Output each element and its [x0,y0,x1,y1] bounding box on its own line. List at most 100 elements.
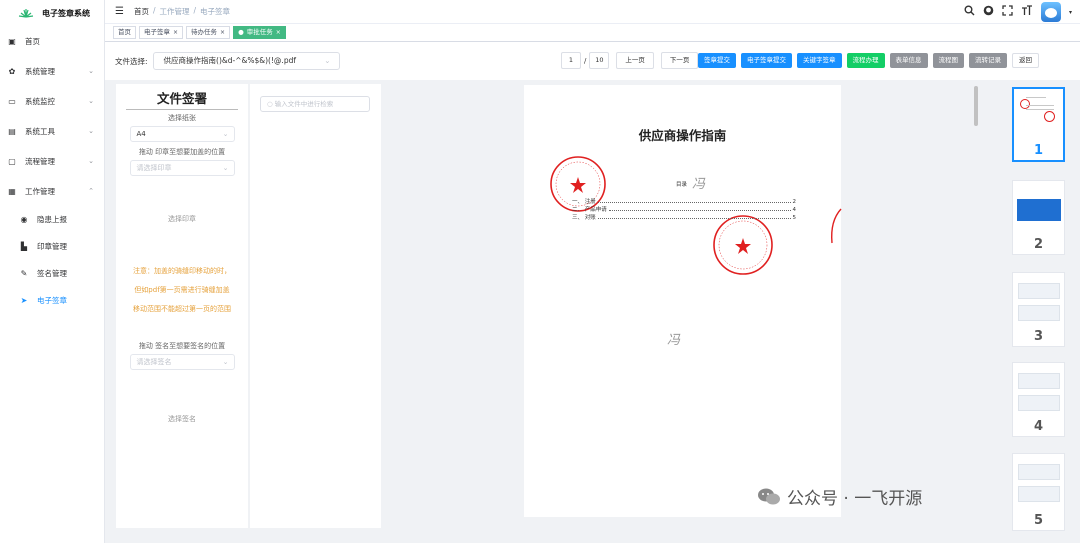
toc-page: 2 [792,199,797,205]
search-panel: ○ 输入文件中进行检索 [250,84,381,528]
sidebar-subitem-label: 电子签章 [37,296,67,305]
page-thumbnail[interactable]: 5 [1012,453,1065,531]
page-number: 5 [1033,513,1044,528]
chevron-icon: ⌄ [88,157,94,165]
toc-label: 二、 产品申请 [572,207,607,213]
action-button[interactable]: 流程图 [932,53,964,68]
toc-page: 5 [792,215,797,221]
report-icon: ◉ [20,215,28,224]
page-thumbnail[interactable]: 4 [1012,362,1065,437]
signature-mark[interactable]: 冯 [692,173,705,192]
mini-figure [1018,486,1060,502]
mini-figure [1018,464,1060,480]
sidebar: 电子签章系统 ▣ 首页 ✿ 系统管理 ⌄ ▭ 系统监控 ⌄ ▤ 系统工具 ⌄ ▢ 流程管理 ⌄ ▦ 工作管理 ⌃… [0,0,105,543]
toc-heading: 目录 [676,182,688,188]
hamburger-icon[interactable]: ☰ [115,6,124,17]
avatar[interactable] [1040,2,1061,22]
tab-tag[interactable]: 电子签章 × [139,26,184,39]
toc-row[interactable]: 三、 对账 5 [572,213,796,221]
sidebar-item[interactable]: ▭ 系统监控 ⌄ [0,86,104,116]
github-icon[interactable] [983,5,994,19]
fullscreen-icon[interactable] [1002,5,1013,19]
sidebar-item-label: 系统监控 [25,96,55,106]
sidebar-item-label: 流程管理 [25,156,55,166]
sidebar-item-label: 系统工具 [25,126,55,136]
sign-select[interactable]: 请选择签名 ⌄ [129,354,235,370]
mini-figure [1018,373,1060,389]
action-button[interactable]: 表单信息 [889,53,928,68]
seal-drop-area[interactable]: 选择印章 [116,214,248,224]
sidebar-subitem-label: 隐患上报 [37,215,67,224]
tab-tag-label: 审批任务 [246,28,273,36]
brand[interactable]: 电子签章系统 [0,0,104,26]
sidebar-item[interactable]: ▢ 流程管理 ⌄ [0,146,104,176]
page-thumbnail[interactable]: 1 [1012,87,1065,162]
pager: 1 / 10 上一页 下一页 [561,52,699,69]
sidebar-item[interactable]: ▣ 首页 [0,26,104,56]
tab-tag[interactable]: 待办任务 × [186,26,231,39]
action-button[interactable]: 流转记录 [969,53,1007,68]
sidebar-subitem[interactable]: ➤ 电子签章 [0,287,104,314]
toc-row[interactable]: 二、 产品申请 4 [572,205,796,213]
close-icon[interactable]: × [220,27,225,38]
note-line: 注意：加盖的骑缝印移动的时， [133,267,231,275]
next-page-button[interactable]: 下一页 [660,52,699,69]
pdf-page[interactable]: 供应商操作指南 目录 冯 一、 注册 2 二、 产品申请 4 三、 对账 5 冯 [524,85,842,517]
scrollbar[interactable] [974,86,978,126]
breadcrumb-item[interactable]: 首页 [134,6,149,17]
close-icon[interactable]: × [276,27,281,38]
flow-icon: ▢ [8,156,16,166]
page-thumbnail[interactable]: 3 [1012,272,1065,347]
page-thumbnail[interactable]: 2 [1012,180,1065,255]
close-icon[interactable]: × [173,27,178,38]
seal-select[interactable]: 请选择印章 ⌄ [129,160,235,176]
tool-icon: ▤ [8,126,16,136]
action-button[interactable]: 返回 [1012,53,1039,68]
file-select[interactable]: 供应商操作指南()&d-^&%$&)(!@.pdf ⌄ [152,52,340,70]
logo-icon [18,8,34,18]
tab-tag[interactable]: 首页 [113,26,136,39]
breadcrumb-sep: / [193,6,197,15]
sidebar-subitem[interactable]: ✎ 签名管理 [0,260,104,287]
file-select-label: 文件选择: [115,56,148,66]
paper-select[interactable]: A4 ⌄ [129,126,235,142]
search-input[interactable]: ○ 输入文件中进行检索 [260,96,370,112]
toc-page: 4 [792,207,797,213]
sign-drop-area[interactable]: 选择签名 [116,414,248,424]
sidebar-item-label: 系统管理 [25,66,55,76]
breadcrumb-item: 工作管理 [159,7,190,16]
signature-mark[interactable]: 冯 [667,329,680,348]
toc-row[interactable]: 一、 注册 2 [572,197,796,205]
page-input[interactable]: 1 [561,52,581,69]
action-button[interactable]: 电子签章提交 [741,53,792,68]
seal-stamp[interactable] [712,214,774,276]
mini-figure [1018,305,1060,321]
dashboard-icon: ▣ [8,36,16,46]
sidebar-item[interactable]: ▦ 工作管理 ⌃ [0,176,104,206]
sidebar-item-label: 工作管理 [25,186,55,196]
action-buttons: 签章提交 电子签章提交 关键字签章 流程办理 表单信息 流程图 流转记录 返回 [698,53,1039,68]
action-button[interactable]: 流程办理 [846,53,885,68]
seal-select-placeholder: 请选择印章 [136,164,172,172]
mini-line [1026,105,1054,106]
action-button[interactable]: 关键字签章 [797,53,842,68]
prev-page-button[interactable]: 上一页 [616,52,654,69]
sign-settings-panel: 文件签署 选择纸张 A4 ⌄ 拖动 印章至想要加盖的位置 请选择印章 ⌄ 选择印… [116,84,248,528]
toolbar: 文件选择: 供应商操作指南()&d-^&%$&)(!@.pdf ⌄ 1 / 10… [105,42,1080,80]
sidebar-item[interactable]: ✿ 系统管理 ⌄ [0,56,104,86]
tab-tag[interactable]: ● 审批任务 × [233,26,286,39]
chevron-down-icon[interactable]: ▾ [1069,9,1072,16]
search-icon[interactable] [964,5,975,19]
action-button[interactable]: 签章提交 [698,53,736,68]
font-size-icon[interactable] [1021,5,1033,19]
send-icon: ➤ [20,296,28,305]
mini-figure [1018,283,1060,299]
navbar: ☰ 首页 / 工作管理 / 电子签章 ▾ [105,0,1080,24]
sidebar-item[interactable]: ▤ 系统工具 ⌄ [0,116,104,146]
divider [126,109,238,110]
sidebar-subitem[interactable]: ▙ 印章管理 [0,233,104,260]
tab-tag-label: 电子签章 [144,28,170,36]
chevron-icon: ⌄ [88,127,94,135]
sidebar-subitem[interactable]: ◉ 隐患上报 [0,206,104,233]
chevron-icon: ⌄ [88,97,94,105]
